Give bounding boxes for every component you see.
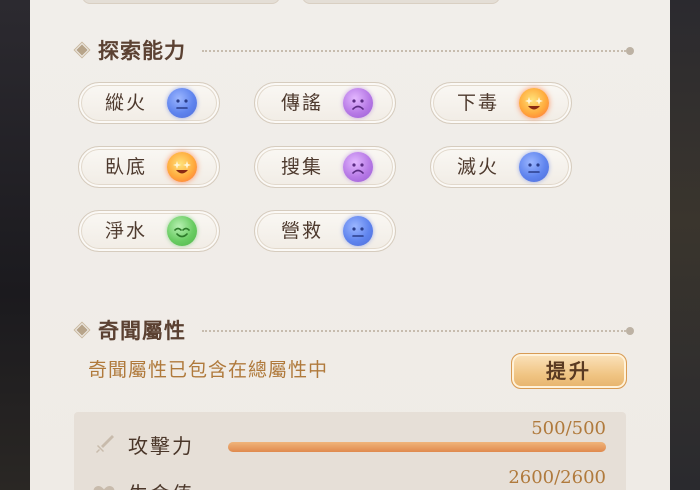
section-title: 奇聞屬性 <box>98 318 186 343</box>
stat-value: 500/500 <box>531 418 606 439</box>
excited-face-icon <box>519 88 549 118</box>
ability-pill[interactable]: 臥底 <box>78 146 220 188</box>
attributes-section-header: 奇聞屬性 <box>74 316 634 346</box>
divider-end-dot <box>626 327 634 335</box>
ability-name: 搜集 <box>281 156 324 178</box>
divider-end-dot <box>626 47 634 55</box>
ability-pill[interactable]: 營救 <box>254 210 396 252</box>
ability-name: 下毒 <box>457 92 500 114</box>
top-tab-stub <box>82 0 280 4</box>
diamond-ornament-icon <box>76 324 88 336</box>
neutral-face-icon <box>167 88 197 118</box>
ability-pill[interactable]: 下毒 <box>430 82 572 124</box>
stats-box: 攻擊力 500/500 生命值 2600/2600 <box>74 412 626 490</box>
ability-name: 臥底 <box>105 156 148 178</box>
ability-pill[interactable]: 滅火 <box>430 146 572 188</box>
background-left <box>0 0 30 490</box>
neutral-face-icon <box>343 216 373 246</box>
stat-bar <box>228 442 606 452</box>
ability-pill[interactable]: 搜集 <box>254 146 396 188</box>
ability-name: 滅火 <box>457 156 500 178</box>
section-title: 探索能力 <box>98 38 186 63</box>
ability-pill[interactable]: 傳謠 <box>254 82 396 124</box>
sad-face-icon <box>343 88 373 118</box>
sad-face-icon <box>343 152 373 182</box>
happy-face-icon <box>167 216 197 246</box>
neutral-face-icon <box>519 152 549 182</box>
attributes-description: 奇聞屬性已包含在總屬性中 <box>88 359 329 381</box>
heart-icon <box>92 482 116 490</box>
stat-value: 2600/2600 <box>508 467 606 488</box>
dotted-divider <box>202 50 626 52</box>
excited-face-icon <box>167 152 197 182</box>
diamond-ornament-icon <box>76 44 88 56</box>
background-right <box>670 0 700 490</box>
exploration-section-header: 探索能力 <box>74 36 634 66</box>
top-tab-stub <box>302 0 500 4</box>
ability-name: 縱火 <box>105 92 148 114</box>
stat-bar-fill <box>228 442 606 452</box>
ability-pill[interactable]: 淨水 <box>78 210 220 252</box>
character-panel: 探索能力 縱火 傳謠 下毒 臥底 搜集 滅火 淨水 營救 奇聞屬性 奇聞屬性已包含在總屬性中 … <box>30 0 670 490</box>
upgrade-button[interactable]: 提升 <box>511 353 627 389</box>
dotted-divider <box>202 330 626 332</box>
ability-name: 傳謠 <box>281 92 324 114</box>
ability-pill[interactable]: 縱火 <box>78 82 220 124</box>
sword-icon <box>92 432 116 456</box>
stat-label: 攻擊力 <box>128 434 194 458</box>
stat-label: 生命值 <box>128 478 194 490</box>
ability-name: 營救 <box>281 220 324 242</box>
ability-name: 淨水 <box>105 220 148 242</box>
